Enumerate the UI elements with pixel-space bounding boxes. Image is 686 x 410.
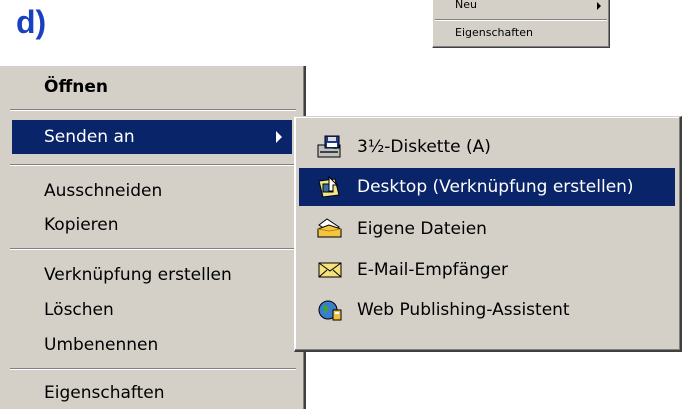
submenu-arrow-icon [597, 2, 601, 10]
mini-menu-item-label: Eigenschaften [455, 26, 533, 39]
menu-item-label: Verknüpfung erstellen [44, 265, 232, 285]
submenu-item-eigene-dateien[interactable]: Eigene Dateien [299, 210, 675, 248]
menu-item-label: Senden an [44, 127, 135, 147]
menu-item-senden-an[interactable]: Senden an [12, 120, 292, 154]
submenu-item-label: 3½-Diskette (A) [357, 137, 491, 157]
submenu-item-label: Web Publishing-Assistent [357, 300, 570, 320]
menu-item-loeschen[interactable]: Löschen [12, 293, 292, 327]
my-documents-folder-icon [317, 217, 343, 241]
menu-item-kopieren[interactable]: Kopieren [12, 208, 292, 242]
submenu-item-label: E-Mail-Empfänger [357, 260, 509, 280]
menu-separator [10, 109, 296, 111]
context-menu: Öffnen Senden an Ausschneiden Kopieren V… [0, 66, 306, 409]
submenu-item-label: Desktop (Verknüpfung erstellen) [357, 177, 634, 197]
menu-separator [10, 248, 296, 250]
menu-separator [10, 368, 296, 370]
menu-item-label: Kopieren [44, 215, 119, 235]
mini-context-menu: Neu Eigenschaften [432, 0, 610, 48]
web-publishing-globe-icon [317, 298, 343, 322]
send-to-submenu: 3½-Diskette (A) Desktop (Verknüpfung ers… [294, 116, 682, 352]
menu-item-umbenennen[interactable]: Umbenennen [12, 328, 292, 362]
menu-item-label: Löschen [44, 300, 114, 320]
menu-item-verknuepfung-erstellen[interactable]: Verknüpfung erstellen [12, 258, 292, 292]
submenu-item-floppy[interactable]: 3½-Diskette (A) [299, 128, 675, 166]
menu-separator [435, 19, 607, 21]
submenu-item-web-publishing[interactable]: Web Publishing-Assistent [299, 291, 675, 329]
submenu-item-email[interactable]: E-Mail-Empfänger [299, 251, 675, 289]
menu-item-oeffnen[interactable]: Öffnen [12, 70, 292, 104]
menu-item-label: Eigenschaften [44, 383, 165, 403]
menu-item-label: Umbenennen [44, 335, 159, 355]
mini-menu-item-eigenschaften[interactable]: Eigenschaften [455, 26, 533, 40]
mini-menu-item-label: Neu [455, 0, 477, 11]
floppy-drive-icon [317, 135, 343, 159]
submenu-arrow-icon [276, 131, 282, 143]
submenu-item-desktop[interactable]: Desktop (Verknüpfung erstellen) [299, 168, 675, 206]
menu-item-ausschneiden[interactable]: Ausschneiden [12, 174, 292, 208]
panel-label: d) [16, 4, 47, 40]
menu-item-eigenschaften[interactable]: Eigenschaften [12, 376, 292, 410]
submenu-item-label: Eigene Dateien [357, 219, 487, 239]
menu-item-label: Ausschneiden [44, 181, 163, 201]
menu-separator [10, 164, 296, 166]
menu-item-label: Öffnen [44, 77, 108, 97]
desktop-shortcut-icon [317, 175, 343, 199]
mail-envelope-icon [317, 258, 343, 282]
mini-menu-item-neu[interactable]: Neu [455, 0, 477, 12]
